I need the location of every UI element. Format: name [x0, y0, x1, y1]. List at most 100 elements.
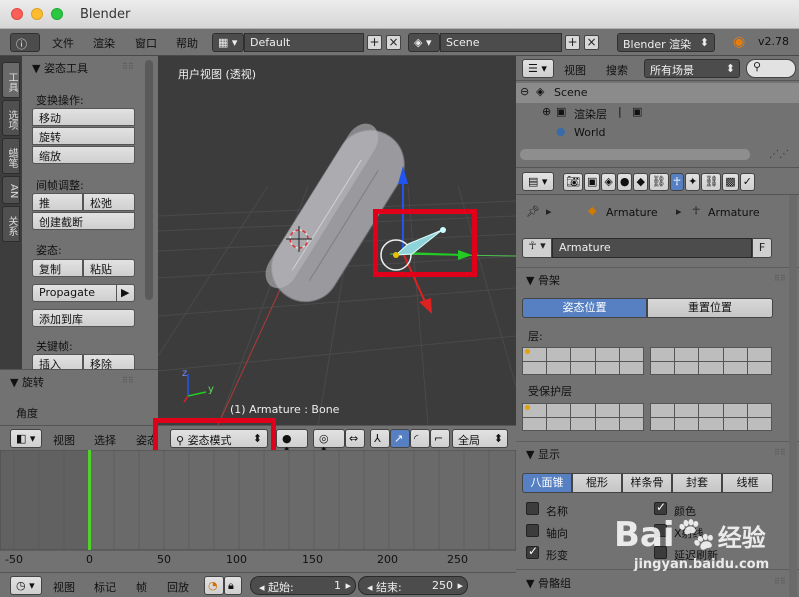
breakdowner-button[interactable]: 创建截断 — [32, 212, 135, 230]
menu-render[interactable]: 渲染 — [93, 35, 115, 51]
preview-range-toggle[interactable]: ◔ — [204, 576, 224, 595]
render-camera-icon[interactable]: 📷︎ — [563, 173, 583, 191]
add-layout-icon[interactable]: + — [367, 35, 382, 50]
menu-file[interactable]: 文件 — [52, 35, 74, 51]
grip-icon[interactable]: ⋰⋰ — [769, 149, 789, 160]
translate-manipulator-toggle[interactable]: ⅄ — [370, 429, 390, 448]
render-layers-tab-icon[interactable]: ▣ — [583, 173, 601, 191]
tab-grease-pencil[interactable]: 蜡笔 — [2, 138, 20, 174]
pose-tools-header[interactable]: ▼ 姿态工具 — [32, 60, 88, 76]
bone-groups-section-header[interactable]: ▼ 骨骼组 — [526, 575, 571, 591]
tab-an[interactable]: AN — [2, 176, 20, 204]
orientation-select[interactable]: 全局 ⬍ — [452, 429, 508, 448]
render-engine-select[interactable]: Blender 渲染 ⬍ — [617, 33, 715, 52]
display-mode-select[interactable]: 所有场景 ⬍ — [644, 59, 740, 78]
bone-layers-grid-right[interactable] — [650, 347, 772, 375]
add-scene-icon[interactable]: + — [565, 35, 580, 50]
display-stick-button[interactable]: 棍形 — [572, 473, 622, 493]
toolshelf-scrollbar[interactable] — [145, 60, 153, 300]
datablock-browse-icon[interactable]: ☥ ▾ — [522, 238, 552, 258]
world-tab-icon[interactable]: ● — [616, 173, 633, 191]
menu-marker[interactable]: 标记 — [94, 579, 116, 595]
scale-manipulator-toggle[interactable]: ◜ — [410, 429, 430, 448]
scene-browse-button[interactable]: ◈ ▾ — [408, 33, 440, 52]
remove-scene-icon[interactable]: × — [584, 35, 599, 50]
propagate-dropdown-icon[interactable]: ▶ — [116, 284, 135, 302]
scene-name-field[interactable]: Scene — [440, 33, 562, 52]
bone-tab-icon[interactable]: ✦ — [685, 173, 701, 191]
rest-position-button[interactable]: 重置位置 — [647, 298, 773, 318]
datablock-name-field[interactable]: Armature — [552, 238, 752, 258]
display-wire-button[interactable]: 线框 — [722, 473, 773, 493]
axes-checkbox[interactable] — [526, 524, 539, 537]
paste-pose-button[interactable]: 粘贴 — [83, 259, 135, 277]
menu-view[interactable]: 视图 — [53, 432, 75, 448]
skeleton-section-header[interactable]: ▼ 骨架 — [526, 272, 560, 288]
display-bbone-button[interactable]: 样条骨 — [622, 473, 672, 493]
editor-type-menu[interactable]: ◷ ▾ — [10, 576, 42, 595]
outliner-row-scene[interactable]: ⊖ ◈ Scene — [516, 83, 799, 103]
relax-button[interactable]: 松弛 — [83, 193, 135, 211]
outliner-row-render-layers[interactable]: ⊕ ▣ 渲染层 | ▣ — [516, 103, 799, 123]
tab-tools[interactable]: 工具 — [2, 62, 20, 98]
fake-user-button[interactable]: F — [752, 238, 772, 258]
timeline[interactable]: -50 0 50 100 150 200 250 — [0, 450, 516, 572]
editor-type-menu[interactable]: ▤ ▾ — [522, 172, 554, 191]
outliner-row-world[interactable]: ● World — [516, 123, 799, 143]
drag-handle-icon[interactable]: ⠿⠿ — [774, 448, 786, 457]
layout-browse-button[interactable]: ▦ ▾ — [212, 33, 244, 52]
layout-name-field[interactable]: Default — [244, 33, 364, 52]
manipulator-toggle[interactable]: ⇔ — [345, 429, 365, 448]
menu-window[interactable]: 窗口 — [135, 35, 157, 51]
pin-icon[interactable]: 📌︎ — [526, 205, 540, 218]
close-window-button[interactable] — [11, 8, 23, 20]
menu-help[interactable]: 帮助 — [176, 35, 198, 51]
colors-checkbox[interactable] — [654, 500, 667, 515]
tab-relations[interactable]: 关系 — [2, 206, 20, 242]
frame-start-field[interactable]: ◂ 起始: 1 ▸ — [250, 576, 356, 595]
bone-constraint-tab-icon[interactable]: ⛓︎ — [701, 173, 722, 191]
pivot-select[interactable]: ◎ ⬍ — [313, 429, 345, 458]
menu-view[interactable]: 视图 — [564, 62, 586, 78]
copy-pose-button[interactable]: 复制 — [32, 259, 83, 277]
push-button[interactable]: 推 — [32, 193, 83, 211]
menu-view[interactable]: 视图 — [53, 579, 75, 595]
drag-handle-icon[interactable]: ⠿⠿ — [774, 274, 786, 283]
expand-icon[interactable]: ⊕ — [542, 105, 551, 118]
scene-tab-icon[interactable]: ◈ — [601, 173, 616, 191]
playhead[interactable] — [88, 450, 91, 550]
lock-toggle[interactable]: 🔒︎ — [224, 576, 242, 595]
3d-viewport[interactable]: z y 用户视图 (透视) (1) Armature : Bone — [158, 56, 516, 425]
pose-position-button[interactable]: 姿态位置 — [522, 298, 647, 318]
drag-handle-icon[interactable]: ⠿⠿ — [122, 62, 134, 71]
protected-layers-grid-left[interactable] — [522, 403, 644, 431]
texture-tab-icon[interactable]: ▩ — [722, 173, 739, 191]
protected-layers-grid-right[interactable] — [650, 403, 772, 431]
display-envelope-button[interactable]: 封套 — [672, 473, 722, 493]
menu-search[interactable]: 搜索 — [606, 62, 628, 78]
object-tab-icon[interactable]: ◆ — [633, 173, 648, 191]
properties-scrollbar[interactable] — [789, 195, 797, 597]
propagate-button[interactable]: Propagate — [32, 284, 117, 302]
particles-tab-icon[interactable]: ✓ — [739, 173, 755, 191]
drag-handle-icon[interactable]: ⠿⠿ — [774, 577, 786, 586]
menu-frame[interactable]: 帧 — [136, 579, 147, 595]
translate-button[interactable]: 移动 — [32, 108, 135, 126]
remove-layout-icon[interactable]: × — [386, 35, 401, 50]
rotate-operator-header[interactable]: ▼ 旋转 — [10, 374, 44, 390]
shapes-checkbox[interactable] — [526, 544, 539, 559]
collapse-icon[interactable]: ⊖ — [520, 85, 529, 98]
constraints-tab-icon[interactable]: ⛓︎ — [648, 173, 669, 191]
editor-type-menu[interactable]: ⓘ ▾ — [10, 33, 40, 65]
display-section-header[interactable]: ▼ 显示 — [526, 446, 560, 462]
maximize-window-button[interactable] — [51, 8, 63, 20]
shading-select[interactable]: ● ⬍ — [276, 429, 308, 458]
minimize-window-button[interactable] — [31, 8, 43, 20]
scale-toggle[interactable]: ⌐ — [430, 429, 450, 448]
drag-handle-icon[interactable]: ⠿⠿ — [122, 376, 134, 385]
editor-type-menu[interactable]: ◧ ▾ — [10, 429, 42, 448]
rotate-manipulator-toggle[interactable]: ↗ — [390, 429, 410, 448]
frame-end-field[interactable]: ◂ 结束: 250 ▸ — [358, 576, 468, 595]
scale-button[interactable]: 缩放 — [32, 146, 135, 164]
tab-options[interactable]: 选项 — [2, 100, 20, 136]
